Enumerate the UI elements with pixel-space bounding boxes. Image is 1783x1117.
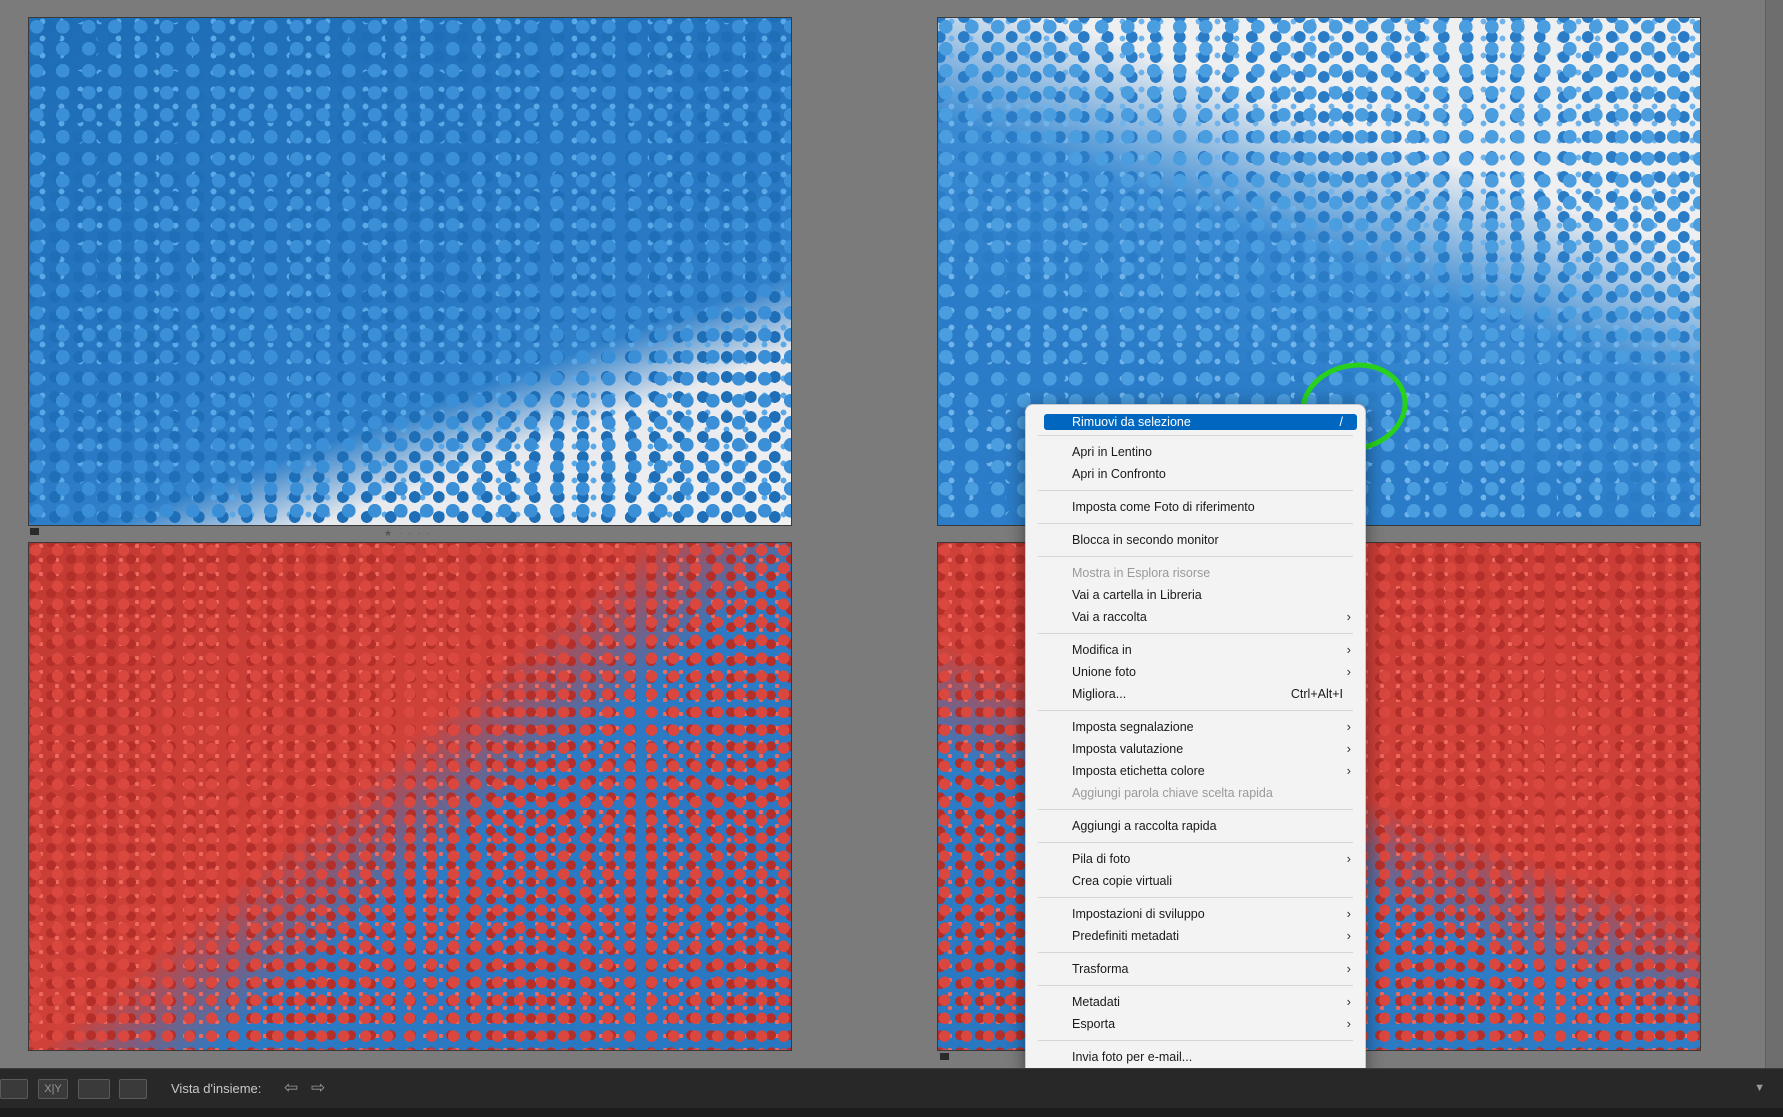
menu-item-label: Mostra in Esplora risorse <box>1072 566 1211 580</box>
menu-separator <box>1038 523 1353 524</box>
submenu-chevron-icon: › <box>1346 961 1351 976</box>
menu-item[interactable]: Pila di foto › <box>1034 848 1357 870</box>
grid-view-button[interactable] <box>0 1079 28 1099</box>
context-menu: Rimuovi da selezione / Apri in Lentino Apri… <box>1025 404 1366 1097</box>
menu-item-shortcut: Ctrl+Alt+I <box>1290 687 1343 701</box>
menu-item-label: Impostazioni di sviluppo <box>1072 907 1205 921</box>
menu-item[interactable]: Migliora... Ctrl+Alt+I <box>1034 683 1357 705</box>
view-label: Vista d'insieme: <box>171 1081 262 1096</box>
photo-3[interactable] <box>28 542 792 1051</box>
menu-item-label: Imposta etichetta colore <box>1072 764 1205 778</box>
submenu-chevron-icon: › <box>1346 1016 1351 1031</box>
menu-item-label: Rimuovi da selezione <box>1072 415 1191 429</box>
menu-separator <box>1038 710 1353 711</box>
submenu-chevron-icon: › <box>1346 664 1351 679</box>
bottom-toolbar: X|Y Vista d'insieme: ⇦ ⇨ ▼ <box>0 1068 1783 1108</box>
menu-item[interactable]: Trasforma › <box>1034 958 1357 980</box>
menu-separator <box>1038 809 1353 810</box>
submenu-chevron-icon: › <box>1346 763 1351 778</box>
menu-item[interactable]: Esporta › <box>1034 1013 1357 1035</box>
menu-item: Aggiungi parola chiave scelta rapida <box>1034 782 1357 804</box>
flag-icon[interactable] <box>940 1053 949 1060</box>
menu-item[interactable]: Blocca in secondo monitor <box>1034 529 1357 551</box>
survey-view-area: ★ · · · · <box>0 0 1783 1068</box>
menu-item[interactable]: Imposta etichetta colore › <box>1034 760 1357 782</box>
menu-separator <box>1038 1040 1353 1041</box>
submenu-chevron-icon: › <box>1346 609 1351 624</box>
menu-item-label: Imposta segnalazione <box>1072 720 1194 734</box>
submenu-chevron-icon: › <box>1346 851 1351 866</box>
menu-item-label: Trasforma <box>1072 962 1129 976</box>
next-arrow-icon[interactable]: ⇨ <box>311 1078 325 1098</box>
menu-separator <box>1038 490 1353 491</box>
menu-item-label: Aggiungi a raccolta rapida <box>1072 819 1217 833</box>
menu-item[interactable]: Invia foto per e-mail... <box>1034 1046 1357 1068</box>
menu-item[interactable]: Unione foto › <box>1034 661 1357 683</box>
rating-stars[interactable]: ★ · · · · <box>384 528 432 539</box>
menu-item-label: Modifica in <box>1072 643 1132 657</box>
submenu-chevron-icon: › <box>1346 994 1351 1009</box>
menu-item-label: Esporta <box>1072 1017 1116 1031</box>
menu-item[interactable]: Apri in Confronto <box>1034 463 1357 485</box>
menu-item-label: Pila di foto <box>1072 852 1131 866</box>
menu-separator <box>1038 952 1353 953</box>
menu-item[interactable]: Crea copie virtuali <box>1034 870 1357 892</box>
submenu-chevron-icon: › <box>1346 642 1351 657</box>
toolbar-dropdown-icon[interactable]: ▼ <box>1754 1082 1765 1094</box>
menu-item-label: Unione foto <box>1072 665 1136 679</box>
menu-item[interactable]: Metadati › <box>1034 991 1357 1013</box>
menu-item[interactable]: Imposta valutazione › <box>1034 738 1357 760</box>
menu-item-label: Imposta come Foto di riferimento <box>1072 500 1255 514</box>
people-view-button[interactable] <box>119 1079 147 1099</box>
menu-item-label: Imposta valutazione <box>1072 742 1184 756</box>
menu-item-label: Aggiungi parola chiave scelta rapida <box>1072 786 1273 800</box>
menu-separator <box>1038 633 1353 634</box>
menu-item-label: Predefiniti metadati <box>1072 929 1180 943</box>
previous-arrow-icon[interactable]: ⇦ <box>284 1078 298 1098</box>
compare-view-button[interactable]: X|Y <box>38 1079 68 1099</box>
menu-separator <box>1038 556 1353 557</box>
menu-separator <box>1038 842 1353 843</box>
menu-item[interactable]: Modifica in › <box>1034 639 1357 661</box>
submenu-chevron-icon: › <box>1346 719 1351 734</box>
menu-item-label: Invia foto per e-mail... <box>1072 1050 1193 1064</box>
menu-item[interactable]: Vai a raccolta › <box>1034 606 1357 628</box>
menu-item: Mostra in Esplora risorse <box>1034 562 1357 584</box>
right-panel-edge <box>1765 0 1783 1068</box>
menu-item-label: Blocca in secondo monitor <box>1072 533 1219 547</box>
flag-icon[interactable] <box>30 528 39 535</box>
menu-item-label: Vai a cartella in Libreria <box>1072 588 1202 602</box>
menu-item-label: Apri in Lentino <box>1072 445 1152 459</box>
menu-item-label: Migliora... <box>1072 687 1127 701</box>
menu-item[interactable]: Predefiniti metadati › <box>1034 925 1357 947</box>
submenu-chevron-icon: › <box>1346 906 1351 921</box>
menu-item[interactable]: Aggiungi a raccolta rapida <box>1034 815 1357 837</box>
menu-item[interactable]: Imposta come Foto di riferimento <box>1034 496 1357 518</box>
menu-item-label: Metadati <box>1072 995 1120 1009</box>
photo-1[interactable] <box>28 17 792 526</box>
submenu-chevron-icon: › <box>1346 741 1351 756</box>
menu-item[interactable]: Vai a cartella in Libreria <box>1034 584 1357 606</box>
menu-separator <box>1038 435 1353 436</box>
menu-item[interactable]: Rimuovi da selezione / <box>1044 414 1357 430</box>
menu-item-label: Crea copie virtuali <box>1072 874 1173 888</box>
menu-item[interactable]: Imposta segnalazione › <box>1034 716 1357 738</box>
menu-item-shortcut: / <box>1339 415 1343 429</box>
survey-view-button[interactable] <box>78 1079 110 1099</box>
menu-separator <box>1038 985 1353 986</box>
menu-item[interactable]: Apri in Lentino <box>1034 441 1357 463</box>
bottom-strip <box>0 1108 1783 1117</box>
menu-item[interactable]: Impostazioni di sviluppo › <box>1034 903 1357 925</box>
submenu-chevron-icon: › <box>1346 928 1351 943</box>
menu-item-label: Apri in Confronto <box>1072 467 1166 481</box>
menu-item-label: Vai a raccolta <box>1072 610 1147 624</box>
menu-separator <box>1038 897 1353 898</box>
